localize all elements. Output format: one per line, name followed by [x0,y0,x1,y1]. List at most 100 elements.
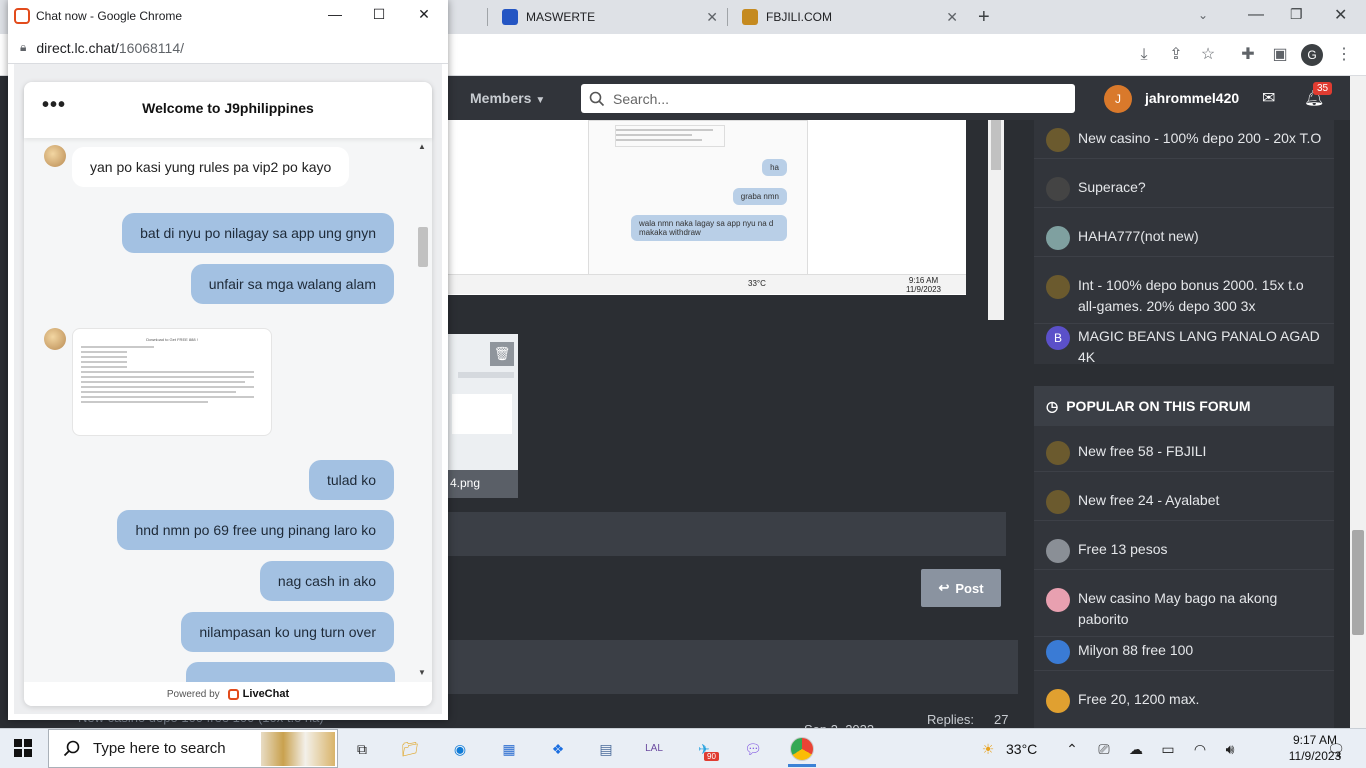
lakers-app-icon[interactable]: LAL [642,738,666,760]
popup-maximize-icon[interactable]: ☐ [369,6,389,23]
attachment-filename[interactable]: 4.png [448,470,518,498]
wifi-icon[interactable]: ◠ [1188,738,1212,760]
taskbar-search-box[interactable]: Type here to search [48,729,338,768]
thread-avatar [1046,128,1070,152]
thread-link[interactable]: Milyon 88 free 100 [1078,640,1193,664]
popup-close-icon[interactable]: ✕ [414,6,434,23]
thread-link[interactable]: Superace? [1078,177,1146,201]
chat-footer: Powered by LiveChat [24,682,432,706]
chrome-icon[interactable] [790,737,814,761]
thread-link[interactable]: Free 20, 1200 max. [1078,689,1199,713]
screenshot-clock: 9:16 AM 11/9/2023 [906,276,941,294]
delete-trash-icon[interactable]: 🗑︎ [490,342,514,366]
post-reply-button[interactable]: ↩ Post [921,569,1001,607]
popular-thread-item[interactable]: Milyon 88 free 100 [1034,634,1334,671]
minimize-icon[interactable]: — [1248,6,1264,24]
popup-window-title: Chat now - Google Chrome [36,9,183,23]
livechat-brand[interactable]: LiveChat [243,688,289,700]
user-message: tulad ko [308,460,394,500]
thread-link[interactable]: Int - 100% depo bonus 2000. 15x t.o all-… [1078,275,1322,317]
popular-thread-item[interactable]: New free 58 - FBJILI [1034,435,1334,472]
screenshot-scrollbar [988,120,1004,320]
edge-browser-icon[interactable]: ◉ [448,738,472,760]
share-icon[interactable]: ⇪ [1166,45,1186,65]
bookmark-star-icon[interactable]: ☆ [1198,45,1218,65]
microsoft-store-icon[interactable]: ▦ [497,738,521,760]
install-icon[interactable]: ⤓ [1134,45,1154,65]
thumb-preview [452,394,512,434]
tab-fbjili[interactable]: FBJILI.COM ✕ [728,0,968,34]
agent-image-attachment[interactable]: Download to Get FREE 888 ! [72,328,272,436]
dropbox-icon[interactable]: ❖ [546,738,570,760]
thread-avatar [1046,539,1070,563]
chat-scrollbar[interactable]: ▲ ▼ [416,142,430,682]
close-tab-icon[interactable]: ✕ [946,9,958,26]
page-scrollbar-thumb[interactable] [1352,530,1364,635]
new-tab-icon[interactable]: + [978,6,990,29]
show-hidden-icons-chevron-icon[interactable]: ⌃ [1060,738,1084,760]
popular-thread-item[interactable]: New casino May bago na akong paborito [1034,582,1334,637]
user-message-partial [186,662,395,682]
thread-link[interactable]: Free 13 pesos [1078,539,1168,563]
popular-thread-item[interactable]: Free 20, 1200 max. [1034,683,1334,719]
battery-icon[interactable]: ▭ [1156,738,1180,760]
reply-editor[interactable] [448,512,1006,556]
popular-thread-item[interactable]: New free 24 - Ayalabet [1034,484,1334,521]
thread-link[interactable]: New casino - 100% depo 200 - 20x T.O [1078,128,1321,152]
forum-search-input[interactable]: Search... [581,84,1075,113]
extensions-icon[interactable]: ✚ [1238,45,1258,65]
weather-temperature[interactable]: 33°C [1006,741,1037,757]
profile-avatar-icon[interactable]: G [1301,44,1323,66]
lock-icon: 🔒︎ [20,40,27,54]
windows-start-icon[interactable] [14,739,32,760]
sidebar-thread-item[interactable]: HAHA777(not new) [1034,220,1334,257]
restore-icon[interactable]: ❐ [1290,6,1303,23]
user-avatar[interactable]: J [1104,85,1132,113]
search-icon [63,740,80,756]
thread-avatar [1046,490,1070,514]
sidebar-thread-item[interactable]: B MAGIC BEANS LANG PANALO AGAD 4K [1034,320,1334,374]
popup-address-bar[interactable]: 🔒︎ direct.lc.chat/16068114/ [8,32,448,64]
tab-maswerte[interactable]: MASWERTE ✕ [488,0,728,34]
thread-link[interactable]: New free 24 - Ayalabet [1078,490,1219,514]
popular-thread-item[interactable]: Free 13 pesos [1034,533,1334,570]
alerts-count-badge: 35 [1313,82,1333,95]
thread-link[interactable]: MAGIC BEANS LANG PANALO AGAD 4K [1078,326,1322,368]
meet-now-icon[interactable]: ⎚ [1092,738,1116,760]
sidebar-thread-item[interactable]: New casino - 100% depo 200 - 20x T.O [1034,122,1334,159]
scroll-down-icon[interactable]: ▼ [418,668,426,677]
livechat-logo-icon [227,688,239,700]
thread-link[interactable]: New free 58 - FBJILI [1078,441,1206,465]
search-placeholder: Search... [613,90,670,107]
chat-scrollbar-thumb[interactable] [418,227,428,267]
onedrive-cloud-icon[interactable]: ☁ [1124,738,1148,760]
file-explorer-icon[interactable]: 📁︎ [398,738,422,760]
close-window-icon[interactable]: ✕ [1334,5,1347,25]
scroll-up-icon[interactable]: ▲ [418,142,426,151]
weather-sun-icon: ☀ [981,741,995,757]
sidebar-thread-item[interactable]: Int - 100% depo bonus 2000. 15x t.o all-… [1034,269,1334,324]
side-panel-icon[interactable]: ▣ [1270,45,1290,65]
messenger-icon[interactable]: 💬︎ [741,738,765,760]
thread-link[interactable]: New casino May bago na akong paborito [1078,588,1322,630]
thread-avatar [1046,689,1070,713]
menu-kebab-icon[interactable]: ⋮ [1334,45,1354,65]
chrome-active-indicator [788,764,816,767]
thread-link[interactable]: HAHA777(not new) [1078,226,1199,250]
search-highlight-illustration-icon [261,732,335,766]
close-tab-icon[interactable]: ✕ [706,9,718,26]
tab-search-icon[interactable]: ⌄ [1198,8,1208,22]
similar-threads-block [448,640,1018,694]
taskbar-search-placeholder: Type here to search [93,740,226,757]
volume-icon[interactable]: 🔊︎ [1218,738,1242,760]
username-link[interactable]: jahrommel420 [1145,90,1239,106]
members-nav-link[interactable]: Members ▼ [470,90,545,106]
user-message: unfair sa mga walang alam [190,264,394,304]
doc-title: Download to Get FREE 888 ! [146,337,198,342]
task-view-icon[interactable]: ⧉ [350,738,374,760]
app-window-icon[interactable]: ▤ [594,738,618,760]
user-message: hnd nmn po 69 free ung pinang laro ko [117,510,394,550]
sidebar-thread-item[interactable]: Superace? [1034,171,1334,208]
inbox-envelope-icon[interactable]: ✉ [1262,88,1275,108]
popup-minimize-icon[interactable]: — [325,6,345,22]
